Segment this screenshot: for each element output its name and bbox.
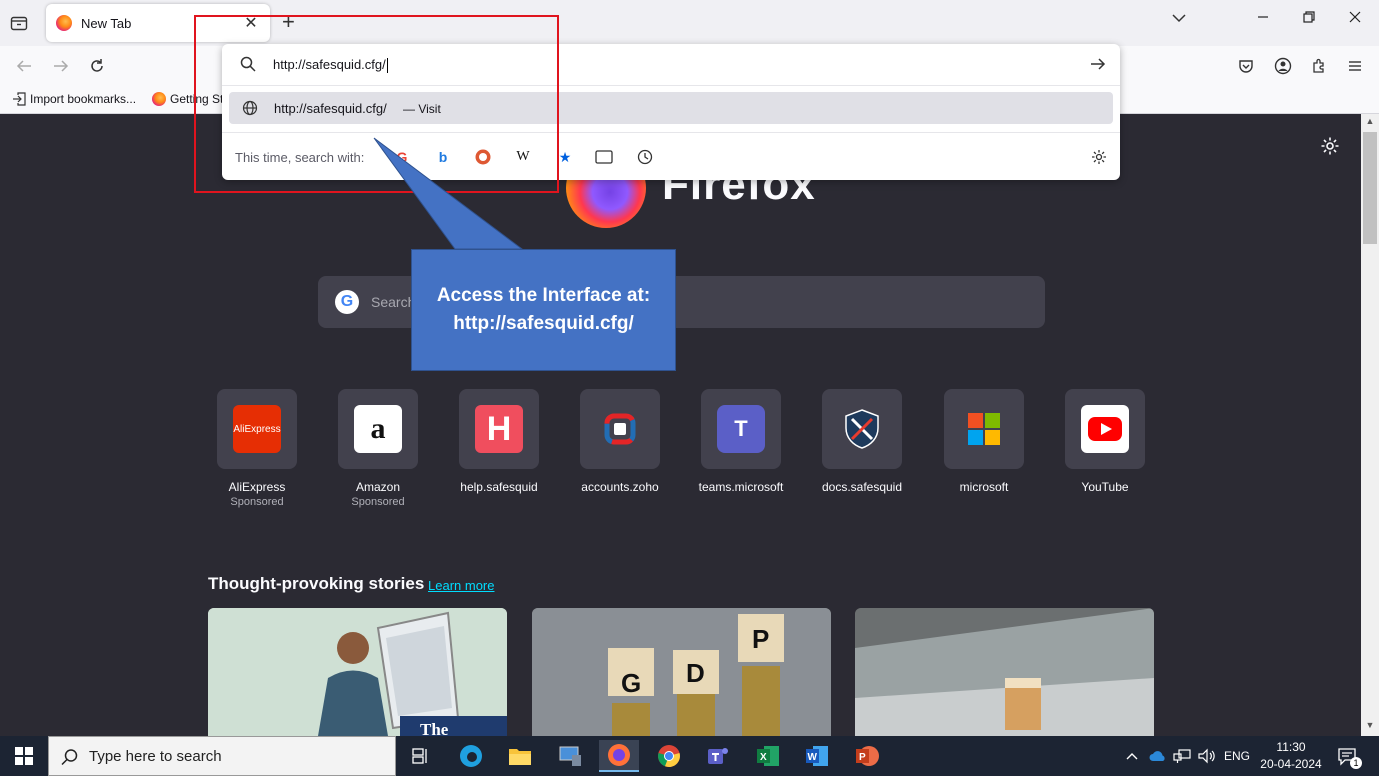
microsoft-icon — [960, 405, 1008, 453]
personalize-gear-icon[interactable] — [1320, 136, 1340, 161]
svg-text:X: X — [760, 752, 767, 763]
top-site-amazon[interactable]: a Amazon Sponsored — [338, 389, 418, 508]
svg-text:P: P — [859, 752, 866, 763]
story-card[interactable]: The — [208, 608, 507, 736]
menu-icon[interactable] — [1343, 54, 1367, 78]
go-arrow-icon[interactable] — [1090, 57, 1106, 76]
stories-heading: Thought-provoking stories — [208, 574, 425, 593]
page-scrollbar[interactable]: ▲ ▼ — [1361, 114, 1379, 736]
top-site-label: Amazon — [355, 480, 401, 494]
windows-taskbar: Type here to search X W P ENG 11:30 20-0… — [0, 736, 1379, 776]
youtube-icon — [1081, 405, 1129, 453]
top-site-aliexpress[interactable]: AliExpress AliExpress Sponsored — [217, 389, 297, 508]
notification-count-badge: 1 — [1350, 757, 1362, 769]
windows-start-icon[interactable] — [0, 736, 48, 776]
learn-more-link[interactable]: Learn more — [428, 578, 494, 593]
annotation-callout: Access the Interface at: http://safesqui… — [411, 249, 676, 371]
onedrive-icon[interactable] — [1149, 736, 1167, 776]
task-view-icon[interactable] — [401, 740, 441, 772]
story-card[interactable]: G D P — [532, 608, 831, 736]
top-site-help-safesquid[interactable]: H help.safesquid — [459, 389, 539, 494]
card-letter-p: P — [752, 624, 770, 654]
clock-time: 11:30 — [1276, 740, 1306, 754]
restore-icon[interactable] — [1297, 10, 1321, 28]
card-letter-d: D — [686, 658, 705, 688]
top-site-youtube[interactable]: YouTube — [1065, 389, 1145, 494]
zoho-icon — [596, 405, 644, 453]
word-icon[interactable]: W — [797, 740, 837, 772]
scroll-down-icon[interactable]: ▼ — [1365, 720, 1375, 730]
powerpoint-icon[interactable]: P — [847, 740, 887, 772]
card-letter-g: G — [621, 668, 642, 698]
extensions-icon[interactable] — [1307, 54, 1331, 78]
tea-glass-photo — [855, 608, 1154, 736]
top-site-label: AliExpress — [228, 480, 286, 494]
file-explorer-icon[interactable] — [500, 740, 540, 772]
volume-icon[interactable] — [1198, 736, 1216, 776]
top-site-label: teams.microsoft — [698, 480, 784, 494]
notification-center-icon[interactable]: 1 — [1337, 736, 1369, 776]
top-site-label: microsoft — [959, 480, 1009, 494]
amazon-icon: a — [354, 405, 402, 453]
edge-app-icon[interactable] — [451, 740, 491, 772]
clock-date: 20-04-2024 — [1260, 757, 1322, 771]
sponsored-label: Sponsored — [351, 496, 405, 508]
search-icon — [61, 748, 79, 771]
taskbar-search-box[interactable]: Type here to search — [48, 736, 396, 776]
sponsored-label: Sponsored — [230, 496, 284, 508]
top-site-label: docs.safesquid — [821, 480, 903, 494]
top-site-label: accounts.zoho — [581, 480, 659, 494]
tray-overflow-icon[interactable] — [1126, 736, 1138, 776]
language-indicator[interactable]: ENG — [1224, 736, 1250, 776]
search-placeholder: Search — [371, 294, 416, 310]
chrome-icon[interactable] — [649, 740, 689, 772]
svg-text:W: W — [808, 752, 818, 763]
top-site-teams-microsoft[interactable]: T teams.microsoft — [699, 389, 783, 494]
remote-desktop-icon[interactable] — [550, 740, 590, 772]
teams-icon: T — [717, 405, 765, 453]
top-site-label: YouTube — [1081, 480, 1129, 494]
top-site-microsoft[interactable]: microsoft — [944, 389, 1024, 494]
taskbar-search-placeholder: Type here to search — [89, 748, 222, 765]
card-headline-text: The — [420, 720, 449, 736]
callout-line-1: Access the Interface at: — [436, 285, 651, 306]
account-icon[interactable] — [1271, 54, 1295, 78]
scroll-thumb[interactable] — [1363, 132, 1377, 244]
list-all-tabs-icon[interactable] — [1167, 10, 1191, 28]
stressed-man-illustration — [208, 608, 507, 736]
top-site-label: help.safesquid — [460, 480, 538, 494]
aliexpress-icon: AliExpress — [233, 405, 281, 453]
close-window-icon[interactable] — [1343, 10, 1367, 28]
firefox-taskbar-icon[interactable] — [599, 740, 639, 772]
scroll-up-icon[interactable]: ▲ — [1365, 116, 1375, 126]
gdp-coins-photo — [532, 608, 831, 736]
top-site-accounts-zoho[interactable]: accounts.zoho — [580, 389, 660, 494]
callout-line-2: http://safesquid.cfg/ — [453, 313, 634, 334]
minimize-icon[interactable] — [1251, 10, 1275, 28]
safesquid-h-icon: H — [475, 405, 523, 453]
search-settings-gear-icon[interactable] — [1089, 147, 1109, 167]
network-icon[interactable] — [1173, 736, 1191, 776]
top-site-docs-safesquid[interactable]: docs.safesquid — [822, 389, 902, 494]
docs-safesquid-shield-icon — [838, 405, 886, 453]
story-card[interactable] — [855, 608, 1154, 736]
google-icon: G — [335, 290, 359, 314]
callout-pointer — [373, 137, 524, 250]
pocket-icon[interactable] — [1234, 54, 1258, 78]
clock[interactable]: 11:30 20-04-2024 — [1256, 739, 1326, 773]
excel-icon[interactable]: X — [748, 740, 788, 772]
teams-taskbar-icon[interactable] — [698, 740, 738, 772]
